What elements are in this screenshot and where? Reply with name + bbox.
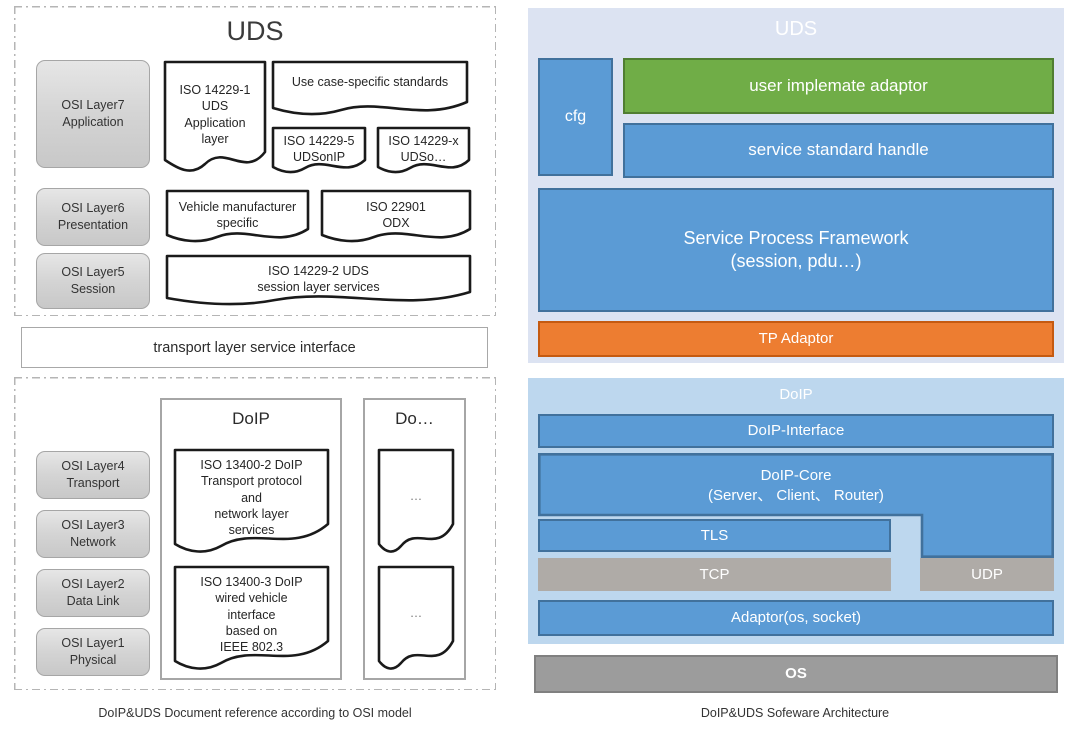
- osi-layer3-line1: OSI Layer3: [61, 518, 125, 533]
- osi-layer6-line1: OSI Layer6: [61, 201, 125, 216]
- osi-layer1-line2: Physical: [69, 653, 117, 667]
- transport-layer-service-interface: transport layer service interface: [21, 327, 488, 368]
- software-architecture-diagram: UDS cfg user implemate adaptor service s…: [510, 0, 1080, 732]
- osi-layer6-box: OSI Layer6 Presentation: [36, 188, 150, 246]
- doip-group-title: DoIP: [232, 409, 270, 428]
- osi-layer7-line2: Application: [62, 115, 124, 129]
- tls-block: TLS: [538, 519, 891, 552]
- osi-layer5-box: OSI Layer5 Session: [36, 253, 150, 309]
- doip-interface-block: DoIP-Interface: [538, 414, 1054, 448]
- uds-title: UDS: [226, 16, 284, 46]
- osi-layer6-line2: Presentation: [57, 218, 129, 232]
- uds-panel-label: UDS: [774, 18, 818, 40]
- service-process-framework-block: Service Process Framework (session, pdu……: [538, 188, 1054, 312]
- doc-iso-14229-1: ISO 14229-1 UDS Application layer: [163, 60, 267, 172]
- osi-layer7-box: OSI Layer7 Application: [36, 60, 150, 168]
- right-caption: DoIP&UDS Sofeware Architecture: [700, 706, 890, 720]
- doc-iso-22901-odx: ISO 22901 ODX: [320, 189, 472, 247]
- doc-ellipsis-1: …: [377, 448, 455, 558]
- doc-iso-14229-x: ISO 14229-x UDSo…: [376, 126, 471, 176]
- os-block: OS: [534, 655, 1058, 693]
- tp-adaptor-block: TP Adaptor: [538, 321, 1054, 357]
- udp-block: UDP: [920, 558, 1054, 591]
- doc-ellipsis-2: …: [377, 565, 455, 675]
- doc-iso-13400-3: ISO 13400-3 DoIP wired vehicle interface…: [173, 565, 330, 675]
- osi-layer2-line1: OSI Layer2: [61, 577, 125, 592]
- doip-panel-label: DoIP: [779, 386, 813, 403]
- osi-reference-diagram: UDS OSI Layer7 Application OSI Layer6 Pr…: [0, 0, 510, 732]
- osi-layer3-line2: Network: [70, 535, 116, 549]
- adaptor-os-socket-block: Adaptor(os, socket): [538, 600, 1054, 636]
- doc-iso-14229-5: ISO 14229-5 UDSonIP: [271, 126, 367, 176]
- osi-layer5-line1: OSI Layer5: [61, 265, 125, 280]
- doc-use-case-standards: Use case-specific standards: [271, 60, 469, 120]
- osi-layer1-box: OSI Layer1 Physical: [36, 628, 150, 676]
- user-implemate-adaptor-block: user implemate adaptor: [623, 58, 1054, 114]
- tcp-block: TCP: [538, 558, 891, 591]
- cfg-block: cfg: [538, 58, 613, 176]
- service-standard-handle-block: service standard handle: [623, 123, 1054, 178]
- osi-layer4-box: OSI Layer4 Transport: [36, 451, 150, 499]
- doc-vehicle-manufacturer: Vehicle manufacturer specific: [165, 189, 310, 247]
- do-group-title: Do…: [395, 409, 434, 428]
- osi-layer4-line2: Transport: [66, 476, 120, 490]
- osi-layer5-line2: Session: [70, 282, 116, 296]
- doc-iso-13400-2: ISO 13400-2 DoIP Transport protocol and …: [173, 448, 330, 558]
- doc-iso-14229-2: ISO 14229-2 UDS session layer services: [165, 254, 472, 310]
- osi-layer3-box: OSI Layer3 Network: [36, 510, 150, 558]
- osi-layer7-line1: OSI Layer7: [61, 98, 125, 113]
- left-caption: DoIP&UDS Document reference according to…: [98, 706, 412, 720]
- osi-layer1-line1: OSI Layer1: [61, 636, 125, 651]
- osi-layer2-line2: Data Link: [66, 594, 120, 608]
- osi-layer2-box: OSI Layer2 Data Link: [36, 569, 150, 617]
- osi-layer4-line1: OSI Layer4: [61, 459, 125, 474]
